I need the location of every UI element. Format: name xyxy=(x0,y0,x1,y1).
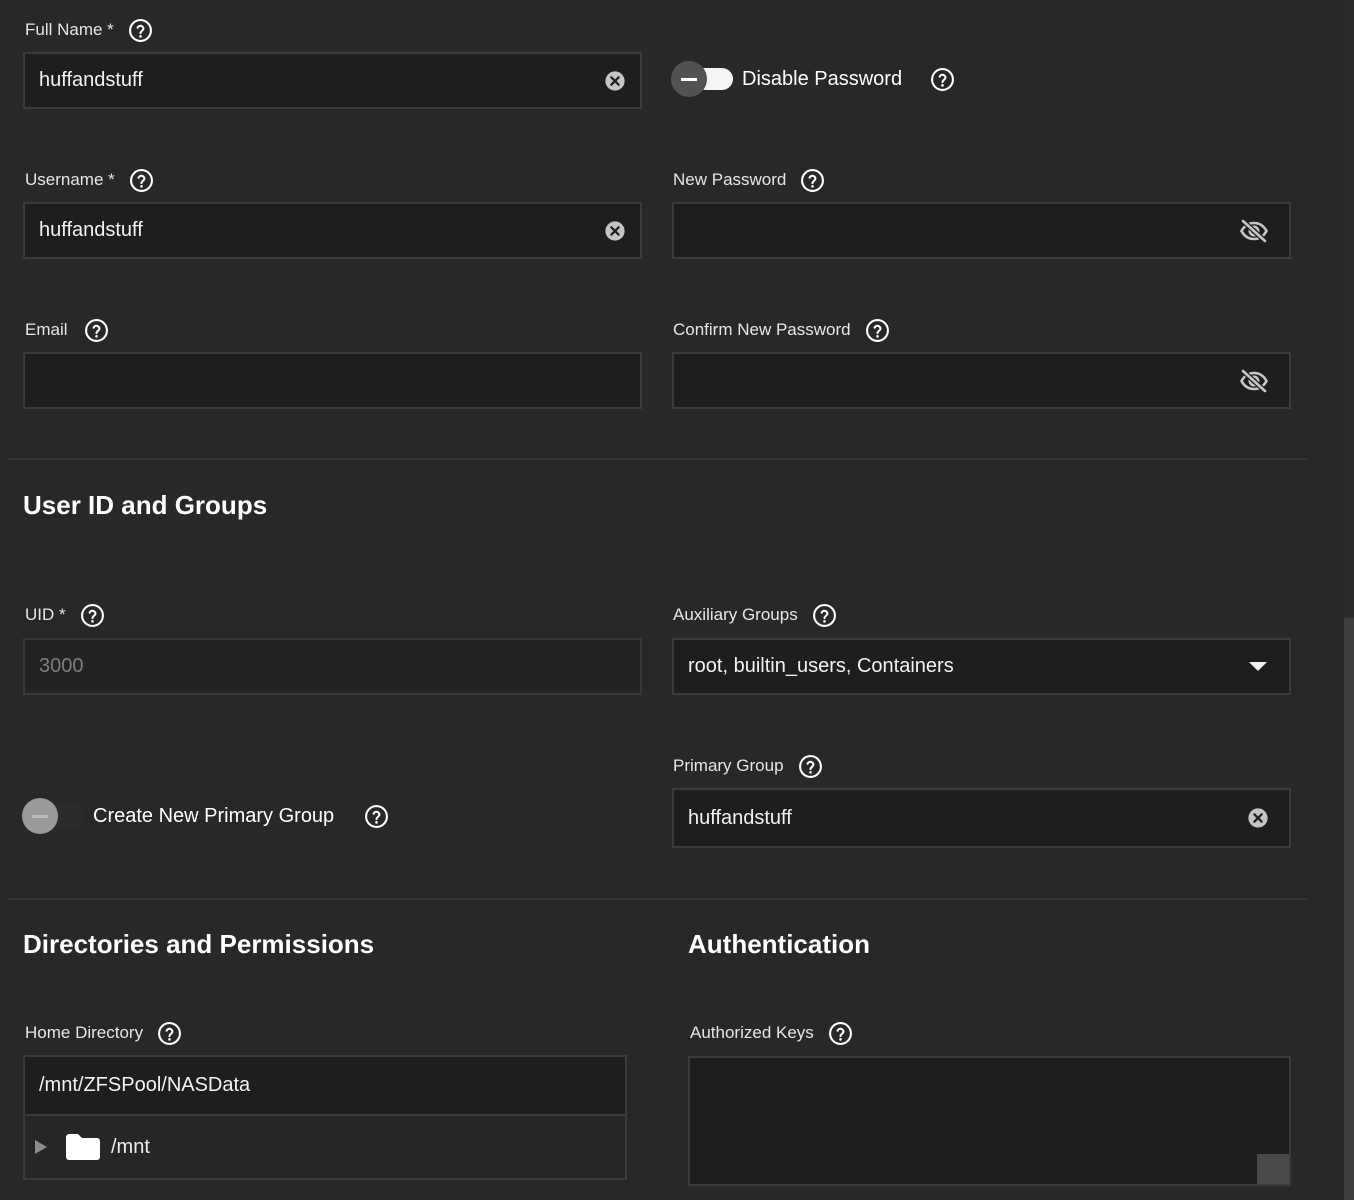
section-title-authentication: Authentication xyxy=(688,929,870,959)
primary-group-label: Primary Group xyxy=(673,751,823,781)
auxiliary-groups-label: Auxiliary Groups xyxy=(673,600,837,630)
full-name-input[interactable]: huffandstuff xyxy=(23,52,642,109)
username-label: Username * xyxy=(25,165,154,195)
section-divider xyxy=(7,898,1307,900)
section-divider xyxy=(7,458,1307,460)
toggle-track[interactable] xyxy=(22,798,84,834)
help-icon[interactable] xyxy=(157,1021,182,1046)
help-icon[interactable] xyxy=(812,603,837,628)
folder-icon xyxy=(65,1133,101,1161)
help-icon[interactable] xyxy=(129,168,154,193)
tree-node-mnt[interactable]: /mnt xyxy=(25,1116,625,1178)
clear-icon[interactable] xyxy=(604,70,626,92)
clear-icon[interactable] xyxy=(1247,807,1269,829)
toggle-knob[interactable] xyxy=(22,798,58,834)
confirm-password-input[interactable] xyxy=(672,352,1291,409)
help-icon[interactable] xyxy=(798,754,823,779)
help-icon[interactable] xyxy=(865,318,890,343)
help-icon[interactable] xyxy=(84,318,109,343)
username-input[interactable]: huffandstuff xyxy=(23,202,642,259)
help-icon[interactable] xyxy=(930,67,955,92)
home-directory-label: Home Directory xyxy=(25,1018,182,1048)
create-primary-group-label: Create New Primary Group xyxy=(93,801,389,831)
authorized-keys-label: Authorized Keys xyxy=(690,1018,853,1048)
disable-password-label: Disable Password xyxy=(742,64,955,94)
scrollbar-thumb[interactable] xyxy=(1344,618,1354,1200)
section-title-directories: Directories and Permissions xyxy=(23,929,375,959)
authorized-keys-textarea[interactable] xyxy=(688,1056,1291,1186)
expand-arrow-icon[interactable] xyxy=(35,1140,47,1154)
new-password-label: New Password xyxy=(673,165,825,195)
home-directory-input[interactable]: /mnt/ZFSPool/NASData xyxy=(23,1055,627,1116)
directory-tree: /mnt xyxy=(23,1116,627,1180)
new-password-input[interactable] xyxy=(672,202,1291,259)
eye-off-icon[interactable] xyxy=(1239,218,1269,244)
auxiliary-groups-select[interactable]: root, builtin_users, Containers xyxy=(672,638,1291,695)
help-icon[interactable] xyxy=(800,168,825,193)
confirm-password-label: Confirm New Password xyxy=(673,315,890,345)
resize-handle[interactable] xyxy=(1257,1154,1289,1184)
uid-input: 3000 xyxy=(23,638,642,695)
toggle-knob[interactable] xyxy=(671,61,707,97)
help-icon[interactable] xyxy=(364,804,389,829)
help-icon[interactable] xyxy=(128,18,153,43)
email-label: Email xyxy=(25,315,109,345)
help-icon[interactable] xyxy=(828,1021,853,1046)
toggle-track[interactable] xyxy=(671,61,733,97)
help-icon[interactable] xyxy=(80,603,105,628)
uid-label: UID * xyxy=(25,600,105,630)
email-input[interactable] xyxy=(23,352,642,409)
primary-group-input[interactable]: huffandstuff xyxy=(672,788,1291,848)
section-title-user-id-groups: User ID and Groups xyxy=(23,490,268,520)
eye-off-icon[interactable] xyxy=(1239,368,1269,394)
minus-icon xyxy=(681,77,697,81)
clear-icon[interactable] xyxy=(604,220,626,242)
create-primary-group-toggle[interactable] xyxy=(22,798,84,834)
minus-icon xyxy=(32,814,48,818)
caret-down-icon[interactable] xyxy=(1249,662,1267,671)
disable-password-toggle[interactable] xyxy=(671,61,733,97)
full-name-label: Full Name * xyxy=(25,15,153,45)
